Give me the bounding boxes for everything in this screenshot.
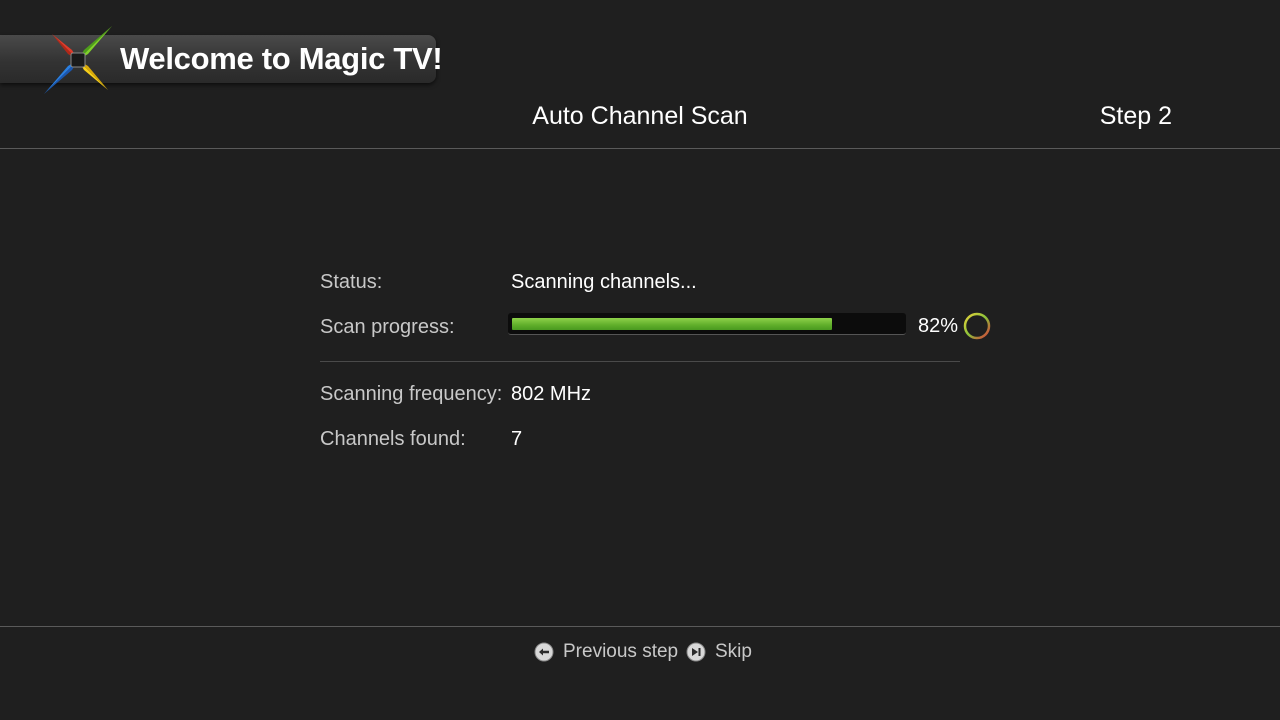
banner-title: Welcome to Magic TV! bbox=[120, 41, 443, 76]
footer-divider bbox=[0, 626, 1280, 627]
loading-spinner-icon bbox=[963, 312, 991, 340]
skip-label: Skip bbox=[715, 641, 752, 662]
status-label: Status: bbox=[320, 271, 383, 293]
status-value: Scanning channels... bbox=[511, 271, 697, 293]
skip-forward-icon bbox=[686, 642, 706, 662]
page-title: Auto Channel Scan bbox=[532, 102, 748, 130]
skip-button[interactable]: Skip bbox=[686, 640, 752, 664]
previous-step-label: Previous step bbox=[563, 641, 679, 662]
magic-tv-logo-icon bbox=[44, 26, 112, 94]
frequency-value: 802 MHz bbox=[511, 383, 592, 405]
frequency-label: Scanning frequency: bbox=[320, 383, 503, 405]
step-indicator: Step 2 bbox=[1099, 102, 1172, 130]
scan-progress-label: Scan progress: bbox=[320, 316, 455, 338]
arrow-left-icon bbox=[534, 642, 554, 662]
scan-progress-fill bbox=[512, 318, 832, 330]
channels-found-value: 7 bbox=[511, 428, 523, 450]
details-divider bbox=[320, 361, 960, 362]
previous-step-button[interactable]: Previous step bbox=[534, 640, 678, 664]
scan-progress-percent: 82% bbox=[918, 315, 959, 337]
header-divider bbox=[0, 148, 1280, 149]
channel-scan-screen: Welcome to Magic TV! Auto Channel Scan S… bbox=[0, 0, 1280, 720]
channels-found-label: Channels found: bbox=[320, 428, 466, 450]
scan-progress-bar bbox=[508, 313, 906, 335]
